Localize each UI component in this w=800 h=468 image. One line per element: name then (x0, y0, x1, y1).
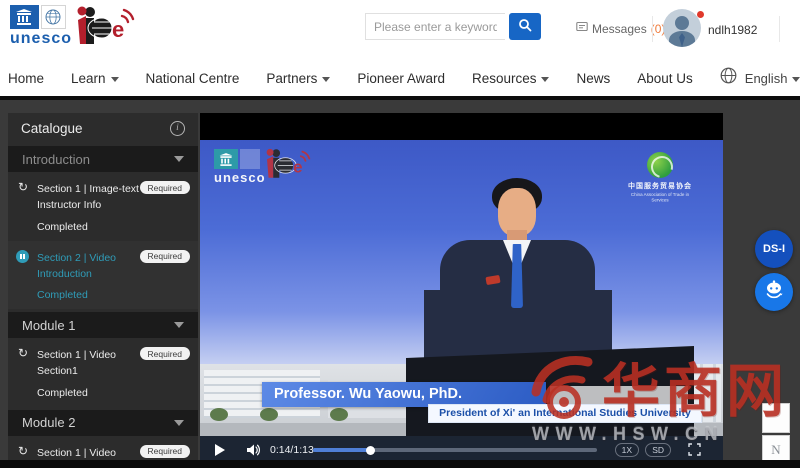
language-selector[interactable]: English (745, 71, 800, 86)
time-display: 0:14/1:13 (270, 444, 314, 456)
play-button[interactable] (215, 444, 225, 456)
video-unesco-logo: unesco (214, 149, 266, 185)
svg-text:e: e (293, 157, 302, 176)
main-nav: Home Learn National Centre Partners Pion… (0, 60, 800, 96)
chat-robot-icon (763, 279, 785, 306)
tree (330, 408, 348, 421)
catis-subtitle: China Association of Trade in Services (622, 193, 698, 204)
language-globe-icon[interactable] (720, 67, 737, 89)
catis-logo-icon (647, 152, 673, 178)
refresh-icon: ↻ (18, 445, 28, 457)
info-icon[interactable]: i (170, 121, 185, 136)
avatar[interactable] (663, 9, 701, 47)
caption-speaker-title: President of Xi' an International Studie… (428, 404, 702, 423)
section-status: Completed (37, 387, 188, 399)
chevron-down-icon (174, 322, 184, 328)
video-screen[interactable]: unesco e 中国服务贸易协 (200, 140, 723, 436)
notification-dot (697, 11, 704, 18)
section-item-intro-2-active[interactable]: Section 2 | Video Introduction Required … (8, 241, 198, 310)
refresh-icon: ↻ (18, 181, 28, 193)
chevron-down-icon (174, 156, 184, 162)
svg-text:e: e (112, 17, 124, 42)
header-divider-2 (779, 16, 780, 42)
tree (210, 408, 228, 421)
caption-faint-box (550, 386, 688, 404)
itoe-partner-logo: e (72, 4, 136, 61)
widget-button-top[interactable] (762, 403, 790, 433)
chevron-down-icon (322, 77, 330, 82)
chat-floating-button[interactable] (755, 273, 793, 311)
progress-bar[interactable] (313, 448, 597, 452)
nav-home[interactable]: Home (8, 71, 44, 86)
section-item-m1-1[interactable]: ↻ Section 1 | Video Section1 Required Co… (8, 338, 198, 407)
fullscreen-icon[interactable] (688, 443, 701, 461)
unesco-temple-icon (10, 5, 39, 29)
unesco-temple-icon (214, 149, 238, 169)
message-icon (576, 21, 588, 36)
avatar-head (675, 16, 689, 30)
username[interactable]: ndlh1982 (708, 23, 757, 37)
group-module-1[interactable]: Module 1 (8, 312, 198, 338)
search-input[interactable] (365, 13, 505, 40)
catalogue-title: Catalogue (21, 121, 83, 136)
video-itoe-logo: e (262, 147, 312, 192)
section-title: Section 2 | Video Introduction (37, 250, 145, 283)
main-content: Catalogue i Introduction ↻ Section 1 | I… (0, 96, 800, 468)
section-title: Section 1 | Video Section1 (37, 347, 145, 380)
globe-logo-icon (41, 5, 66, 29)
nav-pioneer-award[interactable]: Pioneer Award (357, 71, 445, 86)
presenter-face (498, 188, 536, 236)
letterbox-top (200, 113, 723, 140)
nav-national-centre[interactable]: National Centre (146, 71, 240, 86)
nav-news[interactable]: News (576, 71, 610, 86)
playing-icon (16, 250, 29, 263)
catis-name: 中国服务贸易协会 (618, 181, 702, 191)
nav-about-us[interactable]: About Us (637, 71, 693, 86)
page: unesco e (0, 0, 800, 468)
chevron-down-icon (111, 77, 119, 82)
unesco-wordmark: unesco (214, 170, 266, 185)
playback-speed-button[interactable]: 1X (615, 443, 639, 457)
nav-partners[interactable]: Partners (266, 71, 330, 86)
catalogue-sidebar: Catalogue i Introduction ↻ Section 1 | I… (8, 113, 198, 464)
messages-label: Messages (592, 22, 647, 36)
required-badge: Required (140, 181, 191, 194)
bottom-black-bar (0, 460, 800, 468)
unesco-logo[interactable]: unesco (10, 5, 66, 48)
chevron-down-icon (174, 420, 184, 426)
chevron-down-icon (541, 77, 549, 82)
nav-resources[interactable]: Resources (472, 71, 550, 86)
widget-n-glyph: N (771, 442, 780, 458)
group-introduction[interactable]: Introduction (8, 146, 198, 172)
dsi-floating-button[interactable]: DS-I (755, 230, 793, 268)
required-badge: Required (140, 445, 191, 458)
presenter-tie (511, 244, 523, 308)
required-badge: Required (140, 347, 191, 360)
progress-fill (313, 448, 370, 452)
section-title: Section 1 | Image-text Instructor Info (37, 181, 145, 214)
search-button[interactable] (509, 13, 541, 40)
search-icon (518, 18, 532, 35)
nav-learn[interactable]: Learn (71, 71, 119, 86)
header-divider (652, 16, 653, 42)
header: unesco e (0, 0, 800, 60)
unesco-wordmark: unesco (10, 30, 66, 48)
required-badge: Required (140, 250, 191, 263)
unesco-globe-box (240, 149, 260, 169)
chevron-down-icon (792, 77, 800, 82)
section-status: Completed (37, 221, 188, 233)
progress-handle[interactable] (366, 446, 375, 455)
section-item-intro-1[interactable]: ↻ Section 1 | Image-text Instructor Info… (8, 172, 198, 241)
tree (260, 408, 278, 421)
section-status: Completed (37, 289, 188, 301)
group-module-2[interactable]: Module 2 (8, 410, 198, 436)
catis-logo: 中国服务贸易协会 China Association of Trade in S… (618, 152, 702, 204)
quality-button[interactable]: SD (645, 443, 671, 457)
video-player[interactable]: unesco e 中国服务贸易协 (200, 113, 723, 464)
refresh-icon: ↻ (18, 347, 28, 359)
